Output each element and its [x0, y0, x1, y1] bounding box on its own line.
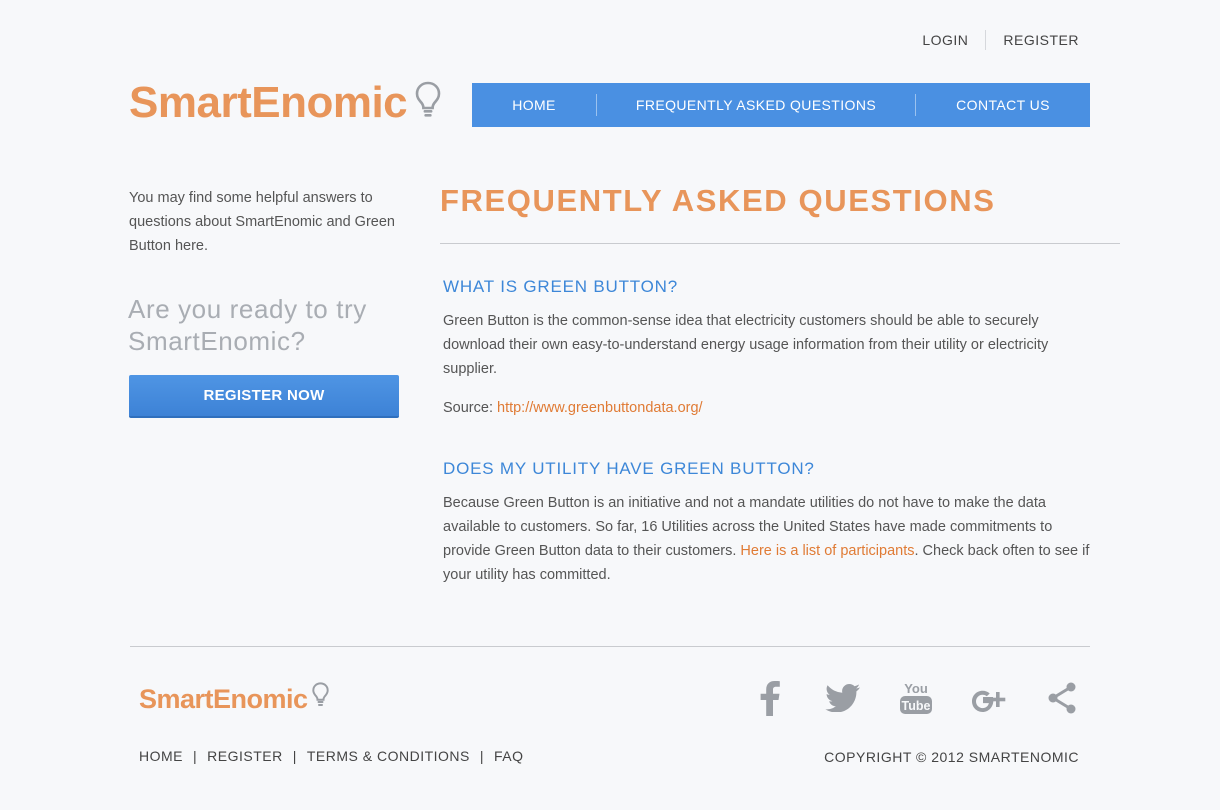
participants-link[interactable]: Here is a list of participants [740, 543, 914, 559]
page-title: FREQUENTLY ASKED QUESTIONS [440, 183, 996, 218]
lightbulb-icon [415, 81, 441, 124]
register-link[interactable]: REGISTER [1003, 32, 1079, 48]
nav-contact[interactable]: CONTACT US [916, 97, 1090, 113]
footer-link-separator: | [292, 748, 297, 764]
sidebar-intro: You may find some helpful answers to que… [129, 190, 395, 254]
footer-links: HOME | REGISTER | TERMS & CONDITIONS | F… [139, 748, 524, 764]
youtube-icon[interactable]: You Tube [898, 680, 934, 716]
footer-terms-link[interactable]: TERMS & CONDITIONS [307, 748, 470, 764]
faq-item: DOES MY UTILITY HAVE GREEN BUTTON? Becau… [443, 459, 1103, 587]
footer-register-link[interactable]: REGISTER [207, 748, 283, 764]
nav-faq[interactable]: FREQUENTLY ASKED QUESTIONS [597, 97, 915, 113]
copyright-text: COPYRIGHT © 2012 SMARTENOMIC [824, 749, 1079, 765]
facebook-icon[interactable] [752, 680, 788, 716]
faq-answer: Because Green Button is an initiative an… [443, 491, 1103, 587]
sidebar-cta-heading: Are you ready to try SmartEnomic? [128, 294, 367, 356]
faq-question: DOES MY UTILITY HAVE GREEN BUTTON? [443, 459, 815, 478]
svg-text:You: You [904, 681, 928, 696]
top-links: LOGIN REGISTER [922, 30, 1079, 50]
twitter-icon[interactable] [825, 680, 861, 716]
faq-question: WHAT IS GREEN BUTTON? [443, 277, 678, 296]
share-icon[interactable] [1044, 680, 1080, 716]
footer-link-separator: | [479, 748, 485, 764]
faq-item: WHAT IS GREEN BUTTON? Green Button is th… [443, 277, 1103, 420]
footer-faq-link[interactable]: FAQ [494, 748, 524, 764]
footer-logo[interactable]: SmartEnomic [139, 682, 329, 713]
title-divider [440, 243, 1120, 244]
lightbulb-icon [311, 682, 329, 712]
logo-text: SmartEnomic [129, 78, 408, 127]
main-nav: HOME FREQUENTLY ASKED QUESTIONS CONTACT … [472, 83, 1090, 127]
faq-source: Source: http://www.greenbuttondata.org/ [443, 396, 1103, 420]
login-link[interactable]: LOGIN [922, 32, 968, 48]
footer-logo-text: SmartEnomic [139, 684, 308, 714]
social-links: You Tube [752, 680, 1080, 716]
source-label: Source: [443, 400, 497, 416]
footer-link-separator: | [193, 748, 198, 764]
faq-answer: Green Button is the common-sense idea th… [443, 313, 1049, 377]
top-links-divider [985, 30, 987, 50]
source-link[interactable]: http://www.greenbuttondata.org/ [497, 400, 703, 416]
nav-home[interactable]: HOME [472, 97, 596, 113]
footer-divider [130, 646, 1090, 647]
svg-text:Tube: Tube [902, 699, 931, 713]
register-now-button[interactable]: REGISTER NOW [129, 375, 399, 418]
footer-home-link[interactable]: HOME [139, 748, 183, 764]
google-plus-icon[interactable] [971, 680, 1007, 716]
site-logo[interactable]: SmartEnomic [129, 80, 441, 126]
